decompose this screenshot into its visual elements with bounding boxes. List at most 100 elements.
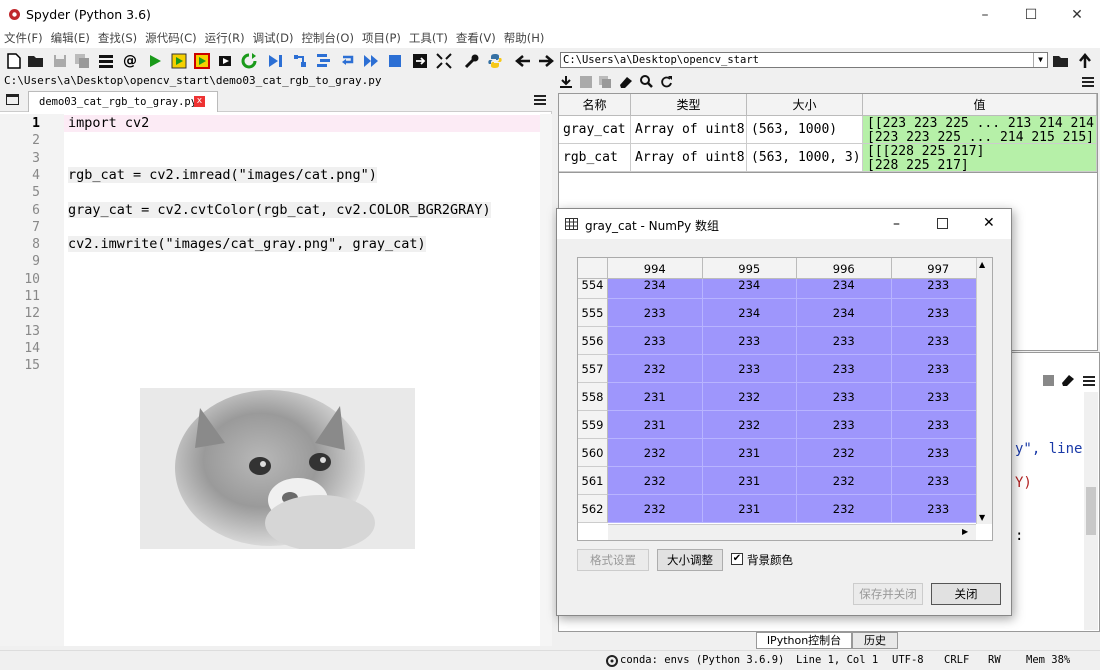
grid-cell[interactable]: 231: [608, 383, 703, 411]
grid-cell[interactable]: 233: [891, 439, 986, 467]
grid-cell[interactable]: 232: [797, 495, 892, 523]
step-into-icon[interactable]: [315, 52, 333, 70]
console-scroll-thumb[interactable]: [1086, 487, 1096, 535]
chevron-down-icon[interactable]: ▼: [1033, 53, 1047, 67]
menu-help[interactable]: 帮助(H): [500, 30, 549, 46]
grid-row-header[interactable]: 556: [578, 327, 608, 355]
grid-row-header[interactable]: 562: [578, 495, 608, 523]
grid-cell[interactable]: 231: [608, 411, 703, 439]
remove-all-eraser-icon[interactable]: [618, 75, 633, 92]
grid-cell[interactable]: 233: [891, 495, 986, 523]
console-scrollbar[interactable]: [1084, 392, 1098, 630]
grid-column-header[interactable]: 995: [702, 258, 797, 279]
grid-column-header[interactable]: 996: [797, 258, 892, 279]
grid-cell[interactable]: 233: [702, 355, 797, 383]
editor-options-menu-icon[interactable]: [534, 94, 546, 109]
close-button[interactable]: 关闭: [931, 583, 1001, 605]
var-type-cell[interactable]: Array of uint8: [631, 116, 747, 144]
maximize-button[interactable]: ☐: [1008, 0, 1054, 30]
grid-row-header[interactable]: 560: [578, 439, 608, 467]
scroll-up-arrow-icon[interactable]: ▲: [979, 260, 985, 269]
grid-cell[interactable]: 233: [891, 299, 986, 327]
var-header-name[interactable]: 名称: [559, 94, 631, 116]
grid-cell[interactable]: 234: [797, 299, 892, 327]
grid-cell[interactable]: 233: [891, 411, 986, 439]
array-grid[interactable]: 233 232 231 232 562 233 232 231 232 561 233 232 231 2…: [577, 257, 993, 541]
grid-cell[interactable]: 232: [702, 383, 797, 411]
grid-column-header[interactable]: 997: [891, 258, 986, 279]
grid-cell[interactable]: 233: [797, 383, 892, 411]
grid-cell[interactable]: 232: [608, 355, 703, 383]
grid-cell[interactable]: 232: [702, 411, 797, 439]
code-line[interactable]: import cv2: [68, 115, 149, 131]
python-path-icon[interactable]: [486, 52, 504, 70]
var-name-cell[interactable]: gray_cat: [559, 116, 631, 144]
dialog-minimize-button[interactable]: –: [893, 216, 900, 232]
var-value-cell[interactable]: [[223 223 225 ... 213 214 214] [223 223 …: [863, 116, 1097, 144]
resize-button[interactable]: 大小调整: [657, 549, 723, 571]
var-value-cell[interactable]: [[[228 225 217] [228 225 217]: [863, 144, 1097, 172]
close-tab-icon[interactable]: x: [194, 96, 205, 107]
editor-scrollbar[interactable]: [540, 114, 552, 646]
grid-cell[interactable]: 233: [797, 411, 892, 439]
menu-console[interactable]: 控制台(O): [297, 30, 358, 46]
maximize-pane-icon[interactable]: [411, 52, 429, 70]
tab-history[interactable]: 历史: [852, 632, 898, 649]
grid-horizontal-scrollbar[interactable]: ▶: [608, 524, 976, 540]
stop-icon[interactable]: [386, 52, 404, 70]
grid-cell[interactable]: 233: [797, 327, 892, 355]
open-file-icon[interactable]: [27, 52, 45, 70]
back-arrow-icon[interactable]: [514, 52, 532, 70]
run-cell-icon[interactable]: [170, 52, 188, 70]
browse-tabs-icon[interactable]: [6, 94, 19, 105]
clear-console-eraser-icon[interactable]: [1060, 373, 1075, 390]
grid-cell[interactable]: 232: [797, 467, 892, 495]
grid-cell[interactable]: 233: [608, 299, 703, 327]
grid-row-header[interactable]: 557: [578, 355, 608, 383]
menu-edit[interactable]: 编辑(E): [47, 30, 94, 46]
menu-file[interactable]: 文件(F): [0, 30, 47, 46]
menu-source[interactable]: 源代码(C): [141, 30, 201, 46]
grid-cell[interactable]: 231: [702, 467, 797, 495]
console-options-menu-icon[interactable]: [1083, 375, 1095, 390]
var-size-cell[interactable]: (563, 1000): [747, 116, 863, 144]
debug-icon[interactable]: [266, 52, 284, 70]
save-and-close-button[interactable]: 保存并关闭: [853, 583, 923, 605]
close-window-button[interactable]: ✕: [1054, 0, 1100, 30]
var-header-size[interactable]: 大小: [747, 94, 863, 116]
dialog-maximize-button[interactable]: [937, 218, 948, 229]
grid-cell[interactable]: 233: [608, 327, 703, 355]
grid-cell[interactable]: 233: [891, 355, 986, 383]
grid-cell[interactable]: 231: [702, 439, 797, 467]
parent-dir-arrow-icon[interactable]: [1076, 52, 1094, 70]
save-icon[interactable]: [51, 52, 69, 70]
outline-icon[interactable]: [97, 52, 115, 70]
grid-row-header[interactable]: 555: [578, 299, 608, 327]
grid-row-header[interactable]: 559: [578, 411, 608, 439]
dialog-close-icon[interactable]: ✕: [983, 215, 995, 231]
var-size-cell[interactable]: (563, 1000, 3): [747, 144, 863, 172]
step-icon[interactable]: [291, 52, 309, 70]
minimize-button[interactable]: –: [962, 0, 1008, 30]
menu-run[interactable]: 运行(R): [201, 30, 249, 46]
var-options-menu-icon[interactable]: [1082, 76, 1094, 91]
grid-cell[interactable]: 232: [608, 439, 703, 467]
var-header-value[interactable]: 值: [863, 94, 1097, 116]
import-data-icon[interactable]: [559, 75, 573, 92]
save-all-icon[interactable]: [73, 52, 91, 70]
code-line[interactable]: cv2.imwrite("images/cat_gray.png", gray_…: [68, 236, 426, 253]
code-line[interactable]: gray_cat = cv2.cvtColor(rgb_cat, cv2.COL…: [68, 201, 491, 218]
grid-row-header[interactable]: 561: [578, 467, 608, 495]
save-data-as-icon[interactable]: [598, 75, 612, 92]
var-header-type[interactable]: 类型: [631, 94, 747, 116]
new-file-icon[interactable]: [5, 52, 23, 70]
grid-cell[interactable]: 232: [797, 439, 892, 467]
run-cell-advance-icon[interactable]: [193, 52, 211, 70]
browse-folder-icon[interactable]: [1052, 52, 1070, 70]
run-icon[interactable]: [146, 52, 164, 70]
menu-debug[interactable]: 调试(D): [249, 30, 298, 46]
grid-cell[interactable]: 232: [608, 495, 703, 523]
grid-cell[interactable]: 233: [891, 383, 986, 411]
continue-icon[interactable]: [362, 52, 380, 70]
grid-row-header[interactable]: 558: [578, 383, 608, 411]
